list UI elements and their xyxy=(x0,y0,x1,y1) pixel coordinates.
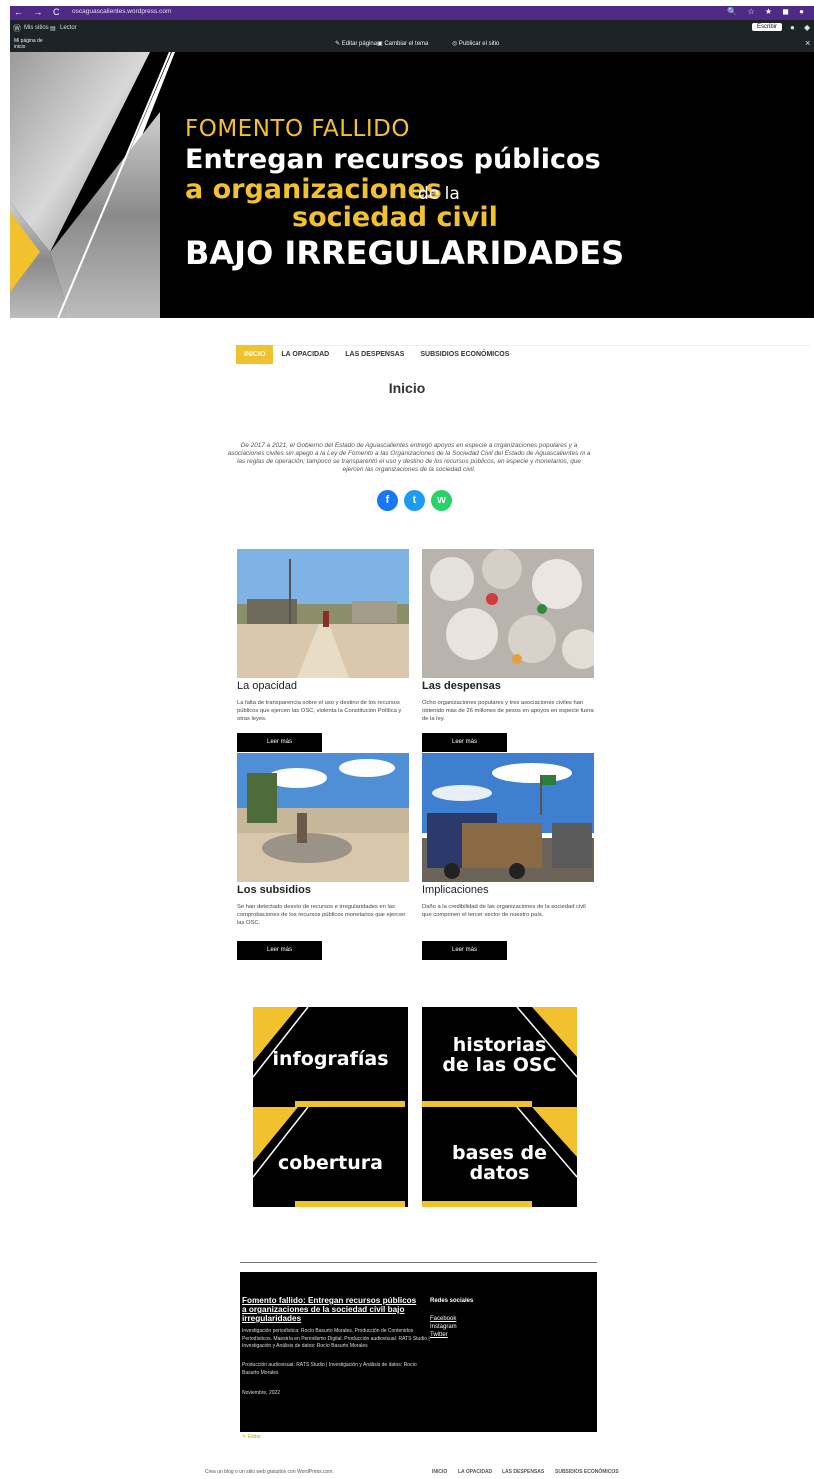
browser-toolbar: ← → C oscaguascalientes.wordpress.com 🔍 … xyxy=(10,6,814,20)
card-image-opacidad[interactable] xyxy=(237,549,409,678)
browser-nav-buttons[interactable]: ← → C xyxy=(14,7,64,17)
tile-cobertura[interactable]: cobertura xyxy=(253,1107,408,1207)
footer-credits-1: Investigación periodística: Rocío Basurt… xyxy=(242,1328,430,1349)
site-footer: Fomento fallido: Entregan recursos públi… xyxy=(240,1272,597,1432)
card-title-opacidad[interactable]: La opacidad xyxy=(237,680,297,692)
my-page-link[interactable]: Mi página de inicio xyxy=(14,38,54,50)
wordpress-credit-link[interactable]: Crea un blog o un sitio web gratuitos co… xyxy=(205,1469,334,1475)
card-text-despensas: Ocho organizaciones populares y tres aso… xyxy=(422,700,594,722)
hero-kicker: FOMENTO FALLIDO xyxy=(185,116,410,142)
footer-date: Noviembre, 2022 xyxy=(242,1390,281,1396)
tile-infografias[interactable]: infografías xyxy=(253,1007,408,1107)
card-image-implicaciones[interactable] xyxy=(422,753,594,882)
reader-link[interactable]: Lector xyxy=(60,25,77,31)
tile-label-cobertura: cobertura xyxy=(278,1152,383,1174)
tile-bases-de-datos[interactable]: bases de datos xyxy=(422,1107,577,1207)
edit-page-button[interactable]: ✎ Editar página xyxy=(335,40,377,47)
page-edit-bar: Mi página de inicio ✎ Editar página ▣ Ca… xyxy=(10,36,814,52)
my-sites-link[interactable]: Mis sitios xyxy=(24,25,49,31)
card-title-despensas[interactable]: Las despensas xyxy=(422,680,501,692)
social-link-facebook[interactable]: Facebook xyxy=(430,1316,456,1322)
footer-title[interactable]: Fomento fallido: Entregan recursos públi… xyxy=(242,1296,422,1323)
card-image-subsidios[interactable] xyxy=(237,753,409,882)
garbage-lot-photo xyxy=(237,753,409,882)
card-title-subsidios[interactable]: Los subsidios xyxy=(237,884,311,896)
edit-page-label: Editar página xyxy=(341,41,378,47)
dirt-road-photo xyxy=(237,549,409,678)
hero-line-2: a organizaciones xyxy=(185,174,442,205)
card-text-implicaciones: Daño a la credibilidad de las organizaci… xyxy=(422,904,586,918)
intro-text: De 2017 a 2021, el Gobierno del Estado d… xyxy=(227,442,591,473)
bottom-menu-inicio[interactable]: INICIO xyxy=(432,1469,447,1475)
menu-item-inicio[interactable]: INICIO xyxy=(236,345,274,364)
card-title-implicaciones[interactable]: Implicaciones xyxy=(422,884,489,896)
tile-label-infografias: infografías xyxy=(272,1048,389,1070)
bottom-menu-las-despensas[interactable]: LAS DESPENSAS xyxy=(502,1469,544,1475)
card-image-despensas[interactable] xyxy=(422,549,594,678)
wordpress-icon[interactable]: Ⓦ xyxy=(13,23,21,34)
footer-divider xyxy=(240,1262,597,1263)
read-more-button-implicaciones[interactable]: Leer más xyxy=(422,941,507,960)
tile-label-historias-2: de las OSC xyxy=(442,1054,557,1076)
bottom-menu-subsidios[interactable]: SUBSIDIOS ECONÓMICOS xyxy=(555,1469,619,1475)
change-theme-button[interactable]: ▣ Cambiar el tema xyxy=(377,40,428,47)
menu-item-subsidios[interactable]: SUBSIDIOS ECONÓMICOS xyxy=(412,345,517,364)
publish-site-label: Publicar el sitio xyxy=(458,41,500,47)
menu-item-las-despensas[interactable]: LAS DESPENSAS xyxy=(337,345,412,364)
avatar[interactable]: ● xyxy=(790,23,795,32)
reader-icon[interactable]: ▤ xyxy=(50,25,56,32)
bottom-menu-la-opacidad[interactable]: LA OPACIDAD xyxy=(458,1469,492,1475)
read-more-button-despensas[interactable]: Leer más xyxy=(422,733,507,752)
hero-line-3: sociedad civil xyxy=(292,202,498,233)
tile-label-historias-1: historias xyxy=(452,1034,547,1056)
whatsapp-share-icon[interactable]: w xyxy=(431,490,452,511)
food-bags-color-photo xyxy=(422,549,594,678)
notifications-icon[interactable]: ◆ xyxy=(804,23,810,32)
address-bar[interactable]: oscaguascalientes.wordpress.com xyxy=(72,8,171,15)
tile-label-bases-2: datos xyxy=(469,1162,530,1184)
social-link-twitter[interactable]: Twitter xyxy=(430,1332,448,1338)
social-link-instagram[interactable]: Instagram xyxy=(430,1324,457,1330)
browser-extension-icons[interactable]: 🔍 ☆ ★ ◼ ● xyxy=(727,7,808,16)
edit-link[interactable]: ✎ Editar xyxy=(242,1434,261,1440)
menu-item-la-opacidad[interactable]: LA OPACIDAD xyxy=(273,345,337,364)
trucks-photo xyxy=(422,753,594,882)
write-button[interactable]: Escribir xyxy=(752,23,783,31)
main-menu: INICIO LA OPACIDAD LAS DESPENSAS SUBSIDI… xyxy=(236,345,517,364)
card-text-opacidad: La falta de transparencia sobre el uso y… xyxy=(237,700,402,722)
publish-site-button[interactable]: ◎ Publicar el sitio xyxy=(452,40,499,47)
read-more-button-subsidios[interactable]: Leer más xyxy=(237,941,322,960)
hero-line-1: Entregan recursos públicos xyxy=(185,144,601,175)
twitter-share-icon[interactable]: t xyxy=(404,490,425,511)
social-title: Redes sociales xyxy=(430,1298,474,1304)
change-theme-label: Cambiar el tema xyxy=(384,41,429,47)
read-more-button-opacidad[interactable]: Leer más xyxy=(237,733,322,752)
wordpress-admin-bar: Ⓦ Mis sitios ▤ Lector Escribir ● ◆ xyxy=(10,20,814,36)
hero-line-2b: de la xyxy=(418,184,460,204)
tile-label-bases-1: bases de xyxy=(451,1142,548,1164)
tile-historias[interactable]: historias de las OSC xyxy=(422,1007,577,1107)
facebook-share-icon[interactable]: f xyxy=(377,490,398,511)
page-title: Inicio xyxy=(388,380,426,396)
footer-credits-2: Producción audiovisual: RATS Studio | In… xyxy=(242,1362,417,1376)
close-icon[interactable]: × xyxy=(805,38,810,48)
hero-headline: BAJO IRREGULARIDADES xyxy=(185,234,625,272)
card-text-subsidios: Se han detectado desvío de recursos e ir… xyxy=(237,904,406,926)
hero-banner: FOMENTO FALLIDO Entregan recursos públic… xyxy=(10,52,814,318)
